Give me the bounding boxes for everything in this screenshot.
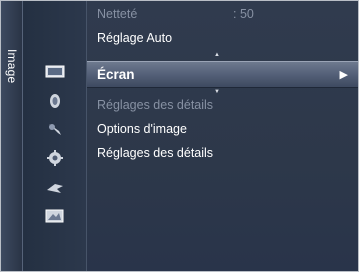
tv-osd-menu: Image Netteté: 50 Réglage Auto ▲ Écran … [0, 0, 359, 272]
detail-settings-dim-item[interactable]: Réglages des détails [97, 98, 213, 112]
picture-options-item[interactable]: Options d'image [97, 122, 187, 136]
scroll-up-icon: ▲ [214, 52, 220, 58]
screen-menu-item[interactable]: Écran ▶ [87, 61, 358, 88]
detail-settings-item[interactable]: Réglages des détails [97, 146, 213, 160]
menu-icon-column [23, 1, 87, 271]
screen-item-label: Écran [97, 67, 135, 82]
picture-icon[interactable] [44, 63, 66, 81]
input-icon[interactable] [44, 179, 66, 197]
sharpness-label[interactable]: Netteté [97, 7, 137, 21]
sound-icon[interactable] [44, 92, 66, 110]
sharpness-value: : 50 [233, 7, 254, 21]
scroll-down-icon: ▼ [214, 89, 220, 95]
auto-adjust-item[interactable]: Réglage Auto [97, 31, 172, 45]
category-tab[interactable]: Image [1, 1, 23, 271]
menu-content-panel: Netteté : 50 Réglage Auto ▲ Écran ▶ ▼ Ré… [87, 1, 358, 271]
submenu-arrow-icon: ▶ [339, 69, 348, 81]
application-icon[interactable] [44, 207, 66, 225]
setup-icon[interactable] [44, 120, 66, 138]
settings-gear-icon[interactable] [44, 149, 66, 167]
category-tab-label: Image [5, 48, 19, 84]
